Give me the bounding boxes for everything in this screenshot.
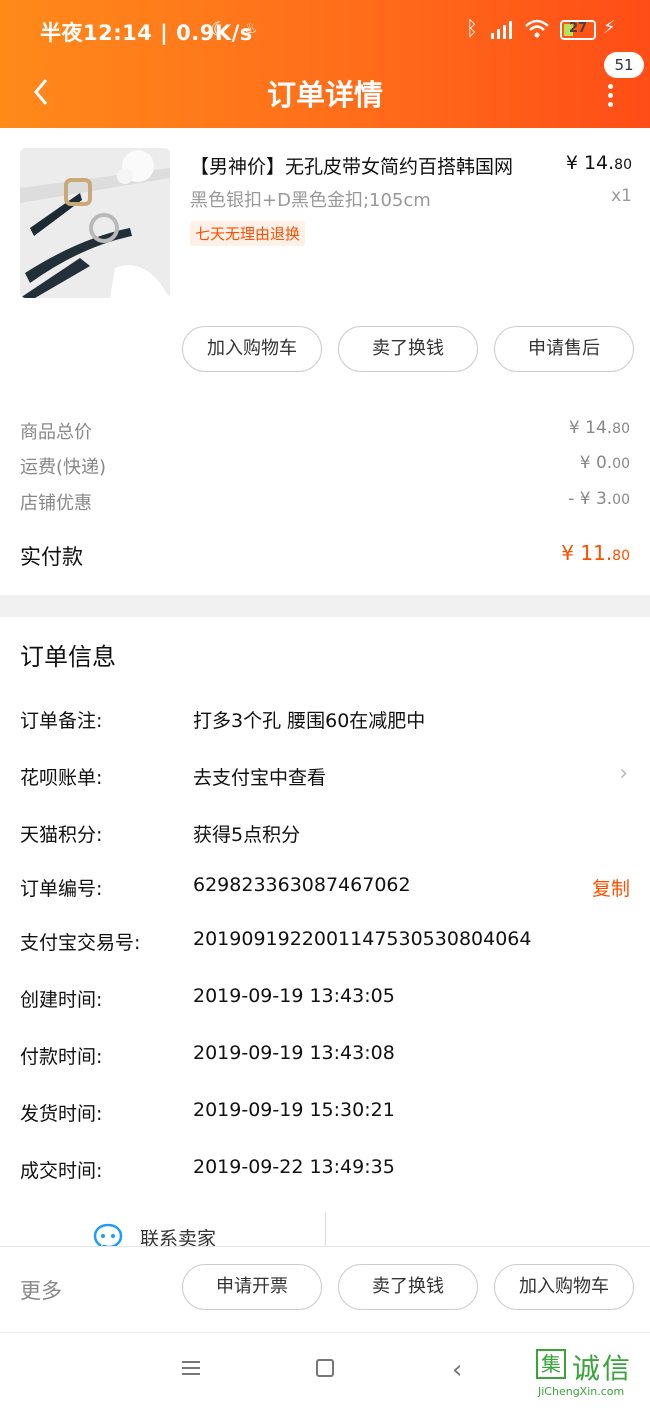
info-label: 订单备注: xyxy=(20,710,103,732)
summary-value: ¥ 14.80 xyxy=(568,418,630,438)
product-card[interactable]: 【男神价】无孔皮带女简约百搭韩国网 ¥ 14.80 黑色银扣+D黑色金扣;105… xyxy=(0,128,650,300)
nav-bar: 订单详情 51 xyxy=(0,52,650,128)
flame-icon: ♨ xyxy=(244,19,258,37)
header: 半夜12:14 | 0.9K/s ☾ ♨ ᛒ 27 ⚡ 订单详情 51 xyxy=(0,0,650,128)
summary-value: ¥ 0.00 xyxy=(579,453,630,473)
paid-label: 实付款 xyxy=(20,545,83,569)
contact-seller-bar[interactable]: 联系卖家 xyxy=(0,1212,650,1246)
info-value: 2019-09-19 13:43:08 xyxy=(193,1042,395,1064)
info-row-order-no: 订单编号: 629823363087467062 复制 xyxy=(0,868,650,908)
paid-row: 实付款 ¥ 11.80 xyxy=(0,541,650,571)
info-row-shipped: 发货时间: 2019-09-19 15:30:21 xyxy=(0,1093,650,1133)
chat-icon[interactable] xyxy=(92,1222,124,1246)
info-label: 成交时间: xyxy=(20,1160,103,1182)
info-label: 支付宝交易号: xyxy=(20,932,141,954)
summary-row: 店铺优惠 - ¥ 3.00 xyxy=(0,489,650,514)
home-icon[interactable] xyxy=(316,1359,334,1377)
summary-row: 商品总价 ¥ 14.80 xyxy=(0,418,650,443)
summary-label: 店铺优惠 xyxy=(20,493,92,514)
info-value: 629823363087467062 xyxy=(193,874,411,896)
info-row-remark: 订单备注: 打多3个孔 腰围60在减肥中 xyxy=(0,700,650,740)
info-value[interactable]: 去支付宝中查看 xyxy=(193,763,326,790)
watermark-cn: 诚信 xyxy=(572,1352,633,1385)
moon-icon: ☾ xyxy=(210,17,228,41)
info-row-points: 天猫积分: 获得5点积分 xyxy=(0,814,650,854)
price-dec: 80 xyxy=(614,157,632,173)
summary-label: 商品总价 xyxy=(20,422,92,443)
sell-for-cash-button[interactable]: 卖了换钱 xyxy=(338,326,478,372)
page-title: 订单详情 xyxy=(266,78,383,112)
paid-value: ¥ 11.80 xyxy=(561,541,630,565)
return-policy-tag: 七天无理由退换 xyxy=(190,221,306,246)
watermark-logo: 集 诚信 JiChengXin.com xyxy=(532,1343,648,1403)
info-value: 2019091922001147530530804064 xyxy=(193,928,532,950)
system-nav-bar: ‹ 集 诚信 JiChengXin.com xyxy=(0,1332,650,1408)
add-to-cart-bottom-button[interactable]: 加入购物车 xyxy=(494,1264,634,1310)
info-row-completed: 成交时间: 2019-09-22 13:49:35 xyxy=(0,1150,650,1190)
info-value: 2019-09-19 13:43:05 xyxy=(193,985,395,1007)
price-int: ¥ 14. xyxy=(565,152,615,174)
request-invoice-button[interactable]: 申请开票 xyxy=(182,1264,322,1310)
bluetooth-icon: ᛒ xyxy=(466,16,478,40)
info-row-huabei[interactable]: 花呗账单: 去支付宝中查看 › xyxy=(0,757,650,797)
more-link[interactable]: 更多 xyxy=(20,1275,62,1305)
battery-level: 27 xyxy=(568,21,588,36)
status-bar: 半夜12:14 | 0.9K/s ☾ ♨ ᛒ 27 ⚡ xyxy=(0,0,650,60)
info-label: 付款时间: xyxy=(20,1046,103,1068)
info-row-alipay-no: 支付宝交易号: 2019091922001147530530804064 xyxy=(0,922,650,962)
after-sales-button[interactable]: 申请售后 xyxy=(494,326,634,372)
watermark-icon-char: 集 xyxy=(536,1349,566,1379)
recent-apps-icon[interactable] xyxy=(182,1361,200,1375)
product-image[interactable] xyxy=(20,148,170,298)
copy-button[interactable]: 复制 xyxy=(592,874,630,901)
info-label: 订单编号: xyxy=(20,878,103,900)
info-label: 天猫积分: xyxy=(20,824,103,846)
chevron-right-icon[interactable]: › xyxy=(619,761,628,786)
info-value: 2019-09-22 13:49:35 xyxy=(193,1156,395,1178)
product-title[interactable]: 【男神价】无孔皮带女简约百搭韩国网 xyxy=(190,152,560,179)
signal-icon xyxy=(491,21,512,39)
order-info-title: 订单信息 xyxy=(20,643,116,671)
product-quantity: x1 xyxy=(611,186,632,206)
section-divider xyxy=(0,595,650,617)
wifi-icon xyxy=(525,19,549,38)
info-value: 获得5点积分 xyxy=(193,824,301,846)
add-to-cart-button[interactable]: 加入购物车 xyxy=(182,326,322,372)
summary-row: 运费(快递) ¥ 0.00 xyxy=(0,453,650,478)
info-row-paid: 付款时间: 2019-09-19 13:43:08 xyxy=(0,1036,650,1076)
summary-value: - ¥ 3.00 xyxy=(568,489,630,509)
info-label: 发货时间: xyxy=(20,1103,103,1125)
contact-seller-label[interactable]: 联系卖家 xyxy=(140,1224,216,1246)
watermark-en: JiChengXin.com xyxy=(538,1385,625,1398)
sell-for-cash-bottom-button[interactable]: 卖了换钱 xyxy=(338,1264,478,1310)
product-price: ¥ 14.80 xyxy=(566,152,632,174)
charging-icon: ⚡ xyxy=(603,17,616,38)
summary-label: 运费(快递) xyxy=(20,457,107,478)
more-menu-button[interactable] xyxy=(596,80,624,124)
info-label: 花呗账单: xyxy=(20,767,103,789)
system-back-icon[interactable]: ‹ xyxy=(452,1355,462,1385)
info-row-created: 创建时间: 2019-09-19 13:43:05 xyxy=(0,979,650,1019)
battery-icon: 27 xyxy=(560,20,596,40)
info-value: 打多3个孔 腰围60在减肥中 xyxy=(193,710,426,732)
info-label: 创建时间: xyxy=(20,989,103,1011)
divider xyxy=(325,1212,326,1246)
message-badge[interactable]: 51 xyxy=(604,52,644,78)
product-sku: 黑色银扣+D黑色金扣;105cm xyxy=(190,190,431,211)
info-value: 2019-09-19 15:30:21 xyxy=(193,1099,395,1121)
